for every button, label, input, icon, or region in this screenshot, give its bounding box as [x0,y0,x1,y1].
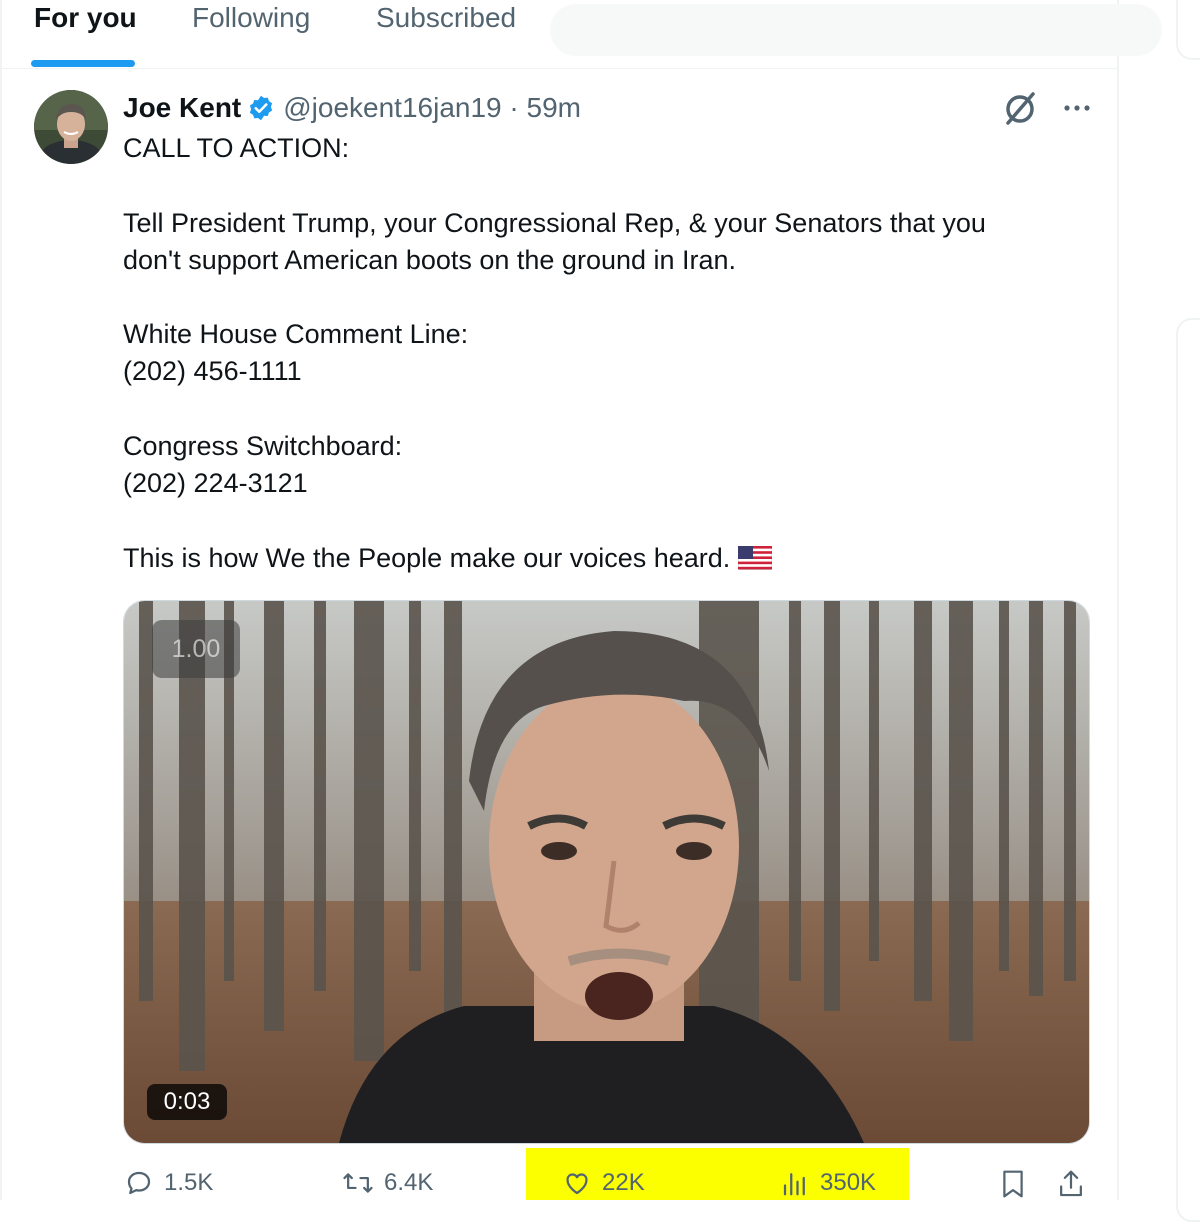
views-icon [783,1173,805,1196]
grok-icon[interactable] [1000,88,1040,128]
views-count: 350K [820,1169,877,1196]
author-name[interactable]: Joe Kent [123,92,241,124]
bookmark-button[interactable] [998,1168,1038,1200]
verified-badge-icon [250,95,273,121]
sidebar-card [1176,318,1200,1222]
video-player[interactable] [123,600,1090,1144]
repost-count: 6.4K [384,1169,434,1196]
tweet-header-actions [1000,88,1092,128]
tab-subscribed[interactable]: Subscribed [376,2,516,34]
author-handle-time[interactable]: @joekent16jan19 · 59m [283,92,581,124]
reply-count: 1.5K [164,1169,214,1196]
tab-for-you[interactable]: For you [34,2,137,34]
avatar[interactable] [34,90,108,164]
bookmark-icon [1003,1170,1023,1198]
video-timestamp: 0:03 [147,1084,227,1120]
sidebar-card [1176,0,1200,60]
tweet-text-line-final: This is how We the People make our voice… [123,543,773,574]
repost-button[interactable]: 6.4K [342,1168,433,1198]
tweet-header: Joe Kent @joekent16jan19 · 59m [123,88,581,128]
more-icon[interactable] [1062,93,1092,123]
like-icon [566,1173,588,1195]
views-button[interactable]: 350K [780,1168,876,1198]
blurred-header-area [550,4,1162,56]
share-button[interactable] [1056,1168,1096,1200]
tweet-text-line: don't support American boots on the grou… [123,245,737,275]
like-count: 22K [602,1169,645,1196]
timeline-tabs: For you Following Subscribed [0,0,1162,69]
tweet-text-line: White House Comment Line: [123,319,469,349]
tweet-text-line: Tell President Trump, your Congressional… [123,208,986,238]
left-border [0,0,2,1200]
tweet-text-line: CALL TO ACTION: [123,133,350,163]
like-button[interactable]: 22K [562,1168,645,1198]
tab-following[interactable]: Following [192,2,310,34]
tweet-text-line: (202) 224-3121 [123,468,308,498]
timeline-right-border [1117,0,1119,1200]
us-flag-icon [738,546,773,570]
tweet-text-line: This is how We the People make our voice… [123,543,731,573]
video-frame [124,601,1089,1143]
playback-speed-button[interactable]: 1.00 [152,620,240,678]
tweet-text-line: (202) 456-1111 [123,356,302,386]
repost-icon [343,1173,373,1193]
active-tab-indicator [31,60,135,67]
share-icon [1060,1170,1082,1197]
reply-icon [127,1171,151,1195]
tweet-text-line: Congress Switchboard: [123,431,403,461]
reply-button[interactable]: 1.5K [124,1168,213,1198]
